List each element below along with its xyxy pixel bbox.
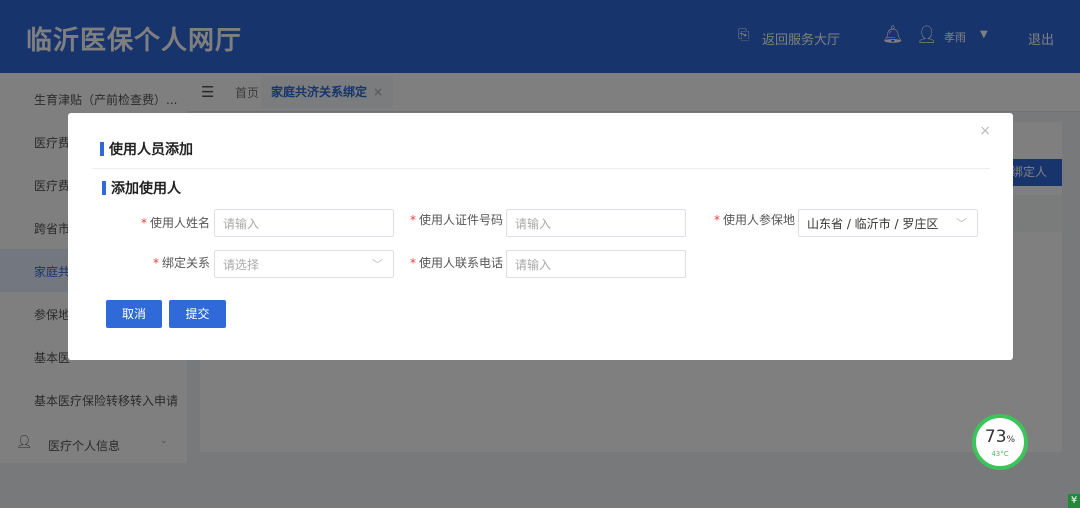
id-number-input[interactable]: 请输入 (506, 209, 686, 237)
cancel-button[interactable]: 取消 (106, 300, 162, 328)
tray-icon[interactable]: ¥ (1068, 494, 1080, 508)
percent-unit: % (1006, 435, 1016, 445)
close-icon[interactable]: × (979, 123, 991, 139)
name-label: * 使用人姓名 (140, 216, 210, 230)
chevron-down-icon: ﹀ (372, 258, 383, 271)
phone-input[interactable]: 请输入 (506, 250, 686, 278)
chevron-down-icon: ﹀ (956, 217, 967, 230)
relation-select[interactable]: 请选择 ﹀ (214, 250, 394, 278)
divider (92, 168, 990, 169)
id-number-label: * 使用人证件号码 (409, 213, 503, 227)
add-user-modal: 使用人员添加 × 添加使用人 * 使用人姓名 请输入 * 使用人证件号码 请输入 *… (68, 113, 1013, 360)
performance-gauge[interactable]: 73% 43°C (972, 414, 1028, 470)
title-bar-marker (100, 142, 104, 156)
insured-place-select[interactable]: 山东省 / 临沂市 / 罗庄区 ﹀ (798, 209, 978, 237)
temperature-value: 43°C (991, 450, 1009, 458)
section-bar-marker (102, 181, 106, 195)
name-input[interactable]: 请输入 (214, 209, 394, 237)
phone-label: * 使用人联系电话 (409, 256, 503, 270)
modal-title: 使用人员添加 (100, 139, 193, 159)
section-title: 添加使用人 (102, 178, 181, 198)
percent-value: 73 (984, 427, 1007, 447)
insured-place-label: * 使用人参保地 (713, 213, 795, 227)
relation-label: * 绑定关系 (152, 256, 210, 270)
submit-button[interactable]: 提交 (169, 300, 226, 328)
